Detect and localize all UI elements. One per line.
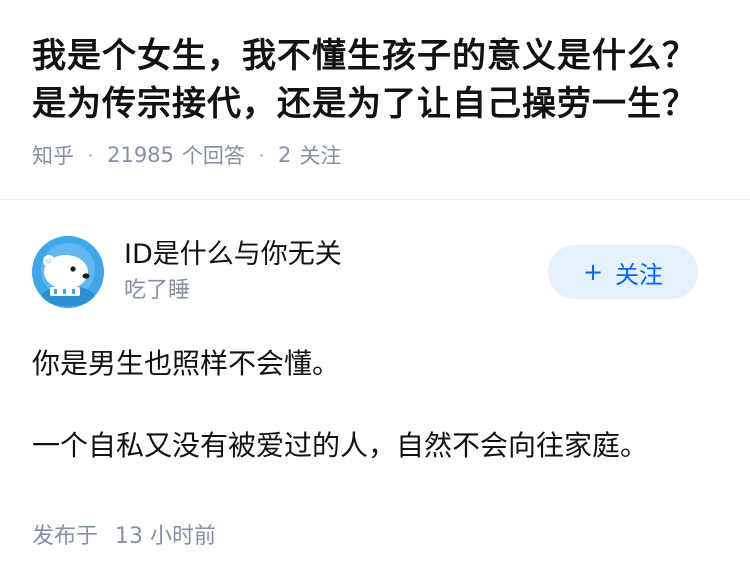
answer-content: 你是男生也照样不会懂。 一个自私又没有被爱过的人，自然不会向往家庭。 — [32, 344, 718, 466]
author-row: ID是什么与你无关 吃了睡 + 关注 — [32, 234, 718, 310]
follow-button[interactable]: + 关注 — [548, 245, 698, 299]
author-info: ID是什么与你无关 吃了睡 — [124, 237, 548, 307]
source-label[interactable]: 知乎 — [32, 140, 74, 170]
publish-time-value: 13 小时前 — [115, 524, 217, 549]
answer-count: 21985 — [107, 143, 174, 167]
question-header: 我是个女生，我不懂生孩子的意义是什么？是为传宗接代，还是为了让自己操劳一生？ 知… — [0, 0, 750, 170]
publish-label: 发布于 — [32, 524, 99, 549]
question-meta: 知乎 · 21985 个回答 · 2 关注 — [32, 140, 718, 170]
answer-paragraph: 一个自私又没有被爱过的人，自然不会向往家庭。 — [32, 429, 649, 462]
answer-count-label[interactable]: 个回答 — [182, 140, 245, 170]
polar-bear-avatar-icon[interactable] — [32, 236, 104, 308]
follow-count-label[interactable]: 关注 — [299, 140, 341, 170]
separator-dot: · — [258, 145, 264, 165]
answer-card: ID是什么与你无关 吃了睡 + 关注 你是男生也照样不会懂。 一个自私又没有被爱… — [0, 200, 750, 550]
question-title[interactable]: 我是个女生，我不懂生孩子的意义是什么？是为传宗接代，还是为了让自己操劳一生？ — [32, 32, 718, 128]
answer-paragraph: 你是男生也照样不会懂。 — [32, 347, 341, 380]
follow-button-label: 关注 — [615, 260, 664, 289]
separator-dot: · — [88, 145, 94, 165]
follow-count: 2 — [278, 143, 292, 167]
author-bio: 吃了睡 — [124, 278, 191, 303]
publish-time: 发布于 13 小时前 — [32, 518, 718, 550]
author-name[interactable]: ID是什么与你无关 — [124, 237, 548, 273]
plus-icon: + — [582, 258, 604, 286]
